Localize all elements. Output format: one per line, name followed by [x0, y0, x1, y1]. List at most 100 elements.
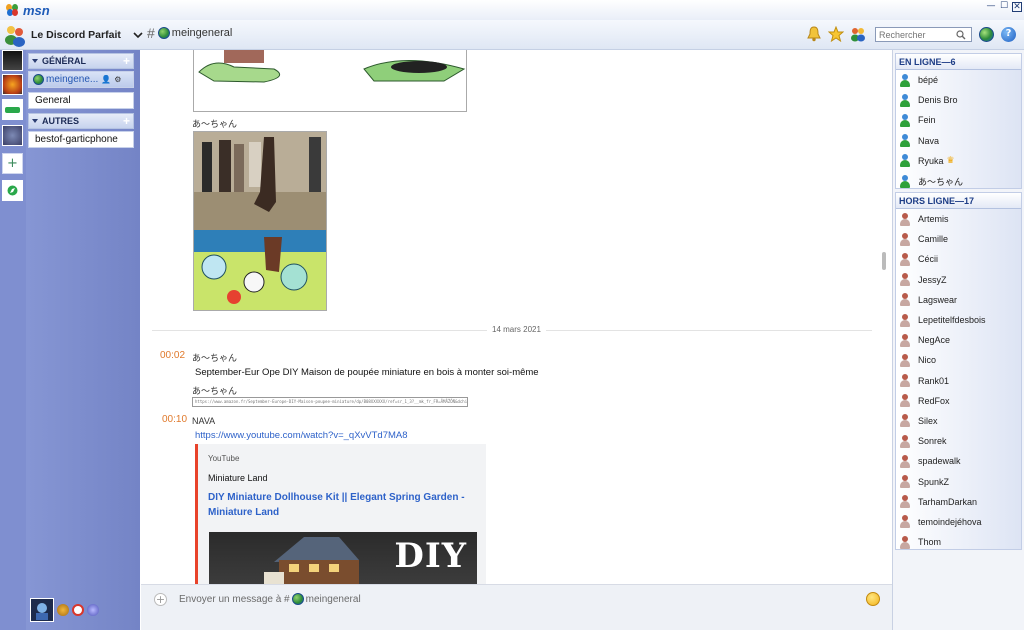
member-item[interactable]: Artemis: [896, 209, 1021, 229]
avatar[interactable]: [30, 598, 54, 622]
chevron-down-icon[interactable]: [133, 30, 143, 40]
member-name: Thom: [918, 537, 942, 548]
minimize-button[interactable]: —: [986, 2, 996, 12]
message-author[interactable]: NAVA: [192, 416, 215, 426]
member-item[interactable]: SpunkZ: [896, 471, 1021, 491]
member-item[interactable]: あ〜ちゃん: [896, 171, 1021, 191]
message-text: September-Eur Ope DIY Maison de poupée m…: [195, 367, 539, 378]
channel-meingeneral[interactable]: meingene... 👤 ⚙: [28, 71, 134, 88]
message-link[interactable]: https://www.amazon.fr/September-Europe-D…: [192, 397, 468, 407]
member-item[interactable]: RedFox: [896, 391, 1021, 411]
member-item[interactable]: Nico: [896, 350, 1021, 370]
member-item[interactable]: Cécii: [896, 249, 1021, 269]
bell-icon[interactable]: [806, 26, 822, 42]
member-item[interactable]: Silex: [896, 411, 1021, 431]
category-autres[interactable]: AUTRES +: [28, 113, 134, 129]
member-item[interactable]: Thom: [896, 532, 1021, 552]
image-attachment[interactable]: [193, 50, 467, 112]
member-item[interactable]: NegAce: [896, 330, 1021, 350]
embed-thumbnail[interactable]: DIY: [209, 532, 477, 584]
server-icon-2[interactable]: [2, 74, 23, 95]
emoji-icon[interactable]: [866, 592, 880, 606]
status-icon[interactable]: [57, 604, 69, 616]
mute-icon[interactable]: [72, 604, 84, 616]
help-icon[interactable]: ?: [1001, 27, 1016, 42]
image-caption-user[interactable]: あ〜ちゃん: [192, 117, 237, 130]
category-general[interactable]: GÉNÉRAL +: [28, 53, 134, 69]
member-item[interactable]: JessyZ: [896, 270, 1021, 290]
message-author[interactable]: あ〜ちゃん: [192, 351, 237, 364]
member-name: Nico: [918, 355, 937, 366]
attach-icon[interactable]: +: [154, 593, 167, 606]
composer-channel: meingeneral: [305, 593, 361, 605]
member-item[interactable]: TarhamDarkan: [896, 492, 1021, 512]
composer-placeholder: Envoyer un message à #: [179, 593, 290, 605]
embed-title[interactable]: DIY Miniature Dollhouse Kit || Elegant S…: [208, 490, 468, 520]
server-name[interactable]: Le Discord Parfait: [31, 29, 121, 41]
online-buddy-icon: [899, 93, 910, 107]
member-name: temoindejéhova: [918, 516, 982, 527]
channel-list: GÉNÉRAL + meingene... 👤 ⚙ General AUTRES…: [26, 50, 140, 630]
globe-icon: [33, 74, 44, 85]
member-item[interactable]: Sonrek: [896, 431, 1021, 451]
member-name: あ〜ちゃん: [918, 176, 964, 187]
app-brand: msn: [23, 2, 50, 18]
member-item[interactable]: Lepetitelfdesbois: [896, 310, 1021, 330]
members-toggle-icon[interactable]: [850, 26, 866, 42]
channel-label: General: [35, 95, 71, 106]
channel-general[interactable]: General: [28, 92, 134, 109]
member-item[interactable]: Ryuka ♛: [896, 151, 1021, 171]
server-icon-1[interactable]: [2, 50, 23, 71]
add-channel-icon[interactable]: +: [123, 114, 130, 128]
online-group: EN LIGNE—6 bépé Denis Bro Fein Nava Ryuka ♛ あ〜…: [895, 53, 1022, 189]
explore-servers-icon[interactable]: [2, 180, 23, 201]
member-item[interactable]: Nava: [896, 131, 1021, 151]
offline-buddy-icon: [899, 273, 910, 287]
message-input[interactable]: Envoyer un message à # meingeneral: [179, 593, 361, 605]
member-item[interactable]: temoindejéhova: [896, 512, 1021, 532]
window-controls: — ☐ ✕: [986, 2, 1022, 12]
channel-title: # meingeneral: [147, 25, 232, 41]
member-name: Nava: [918, 135, 940, 146]
member-item[interactable]: Camille: [896, 229, 1021, 249]
close-button[interactable]: ✕: [1012, 2, 1022, 12]
server-icon-4[interactable]: [2, 125, 23, 146]
server-icon-3[interactable]: [2, 99, 23, 120]
channel-bestof-garticphone[interactable]: bestof-garticphone: [28, 131, 134, 148]
header-bar: Le Discord Parfait # meingeneral ?: [0, 20, 1024, 50]
member-item[interactable]: bépé: [896, 70, 1021, 90]
member-item[interactable]: spadewalk: [896, 451, 1021, 471]
image-attachment[interactable]: [193, 131, 327, 311]
member-name: JessyZ: [918, 274, 947, 285]
youtube-link[interactable]: https://www.youtube.com/watch?v=_qXvVTd7…: [195, 430, 408, 441]
member-name: Camille: [918, 234, 949, 245]
invite-icon[interactable]: 👤: [101, 75, 111, 84]
category-label: AUTRES: [42, 116, 80, 126]
embed-author[interactable]: Miniature Land: [208, 473, 268, 483]
member-item[interactable]: Fein: [896, 110, 1021, 130]
star-icon[interactable]: [827, 25, 845, 43]
online-buddy-icon: [899, 113, 910, 127]
message-author[interactable]: あ〜ちゃん: [192, 384, 237, 397]
offline-buddy-icon: [899, 535, 910, 549]
globe-button-icon[interactable]: [979, 27, 994, 42]
offline-buddy-icon: [899, 232, 910, 246]
search-box[interactable]: [875, 27, 972, 42]
settings-icon[interactable]: [87, 604, 99, 616]
member-item[interactable]: Rank01: [896, 371, 1021, 391]
member-item[interactable]: Denis Bro: [896, 90, 1021, 110]
globe-icon: [157, 27, 170, 39]
offline-buddy-icon: [899, 434, 910, 448]
member-name: Denis Bro: [918, 95, 958, 106]
online-header: EN LIGNE—6: [896, 54, 1021, 70]
add-server-icon[interactable]: +: [2, 153, 23, 174]
chat-scrollbar[interactable]: [882, 252, 886, 270]
msn-logo: msn: [6, 3, 50, 18]
search-input[interactable]: [876, 29, 956, 40]
gear-icon[interactable]: ⚙: [114, 75, 121, 84]
maximize-button[interactable]: ☐: [999, 2, 1009, 12]
add-channel-icon[interactable]: +: [123, 54, 130, 68]
server-rail: +: [0, 50, 26, 630]
member-item[interactable]: Lagswear: [896, 290, 1021, 310]
search-icon[interactable]: [956, 29, 966, 40]
